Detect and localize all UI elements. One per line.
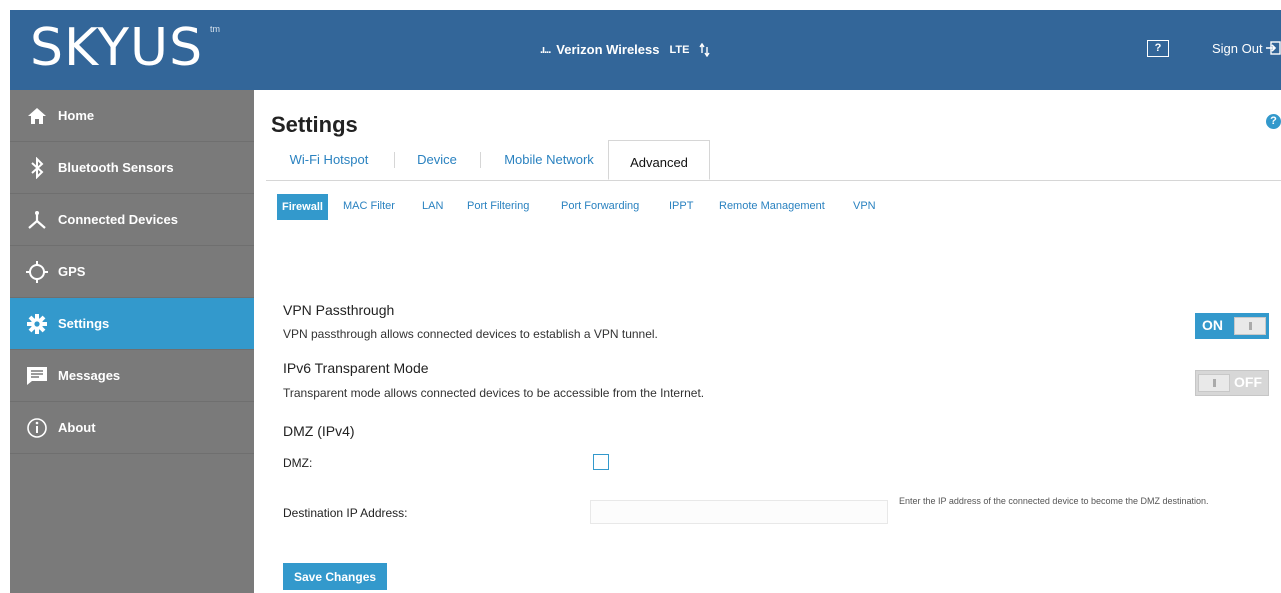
vpn-passthrough-toggle[interactable]: ON [1195,313,1269,339]
toggle-knob [1198,374,1230,392]
sidebar-item-settings[interactable]: Settings [10,298,254,350]
ipv6-transparent-toggle[interactable]: OFF [1195,370,1269,396]
sidebar-item-label: About [58,420,96,435]
top-header: SKYUS tm .ı... Verizon Wireless LTE ? Si… [10,10,1281,90]
app: SKYUS tm .ı... Verizon Wireless LTE ? Si… [10,10,1281,593]
sidebar-nav: Home Bluetooth Sensors Connected Devices… [10,90,254,593]
bluetooth-icon [26,156,48,179]
skyus-logo: SKYUS [30,18,204,78]
connected-devices-icon [26,209,48,231]
sidebar-item-label: Settings [58,316,110,331]
sidebar-item-connected-devices[interactable]: Connected Devices [10,194,254,246]
sidebar-item-label: Messages [58,368,121,383]
sidebar-item-about[interactable]: About [10,402,254,454]
save-changes-button[interactable]: Save Changes [283,563,388,590]
main-content: Settings ? Wi-Fi Hotspot Device Mobile N… [254,90,1281,593]
page-title: Settings [271,112,358,137]
subtab-vpn[interactable]: VPN [853,194,876,218]
sidebar-item-bluetooth-sensors[interactable]: Bluetooth Sensors [10,142,254,194]
sign-out-label: Sign Out [1212,40,1263,56]
tab-separator [394,152,395,168]
subtab-lan[interactable]: LAN [422,194,443,218]
ipv6-transparent-title: IPv6 Transparent Mode [283,360,429,376]
data-transfer-icon [699,42,711,57]
sign-out-link[interactable]: Sign Out [1212,40,1281,56]
info-icon [26,417,48,439]
subtab-mac-filter[interactable]: MAC Filter [343,194,395,218]
carrier-status: .ı... Verizon Wireless LTE [540,42,711,57]
ipv6-transparent-description: Transparent mode allows connected device… [283,386,705,400]
page-help-icon[interactable]: ? [1266,114,1281,129]
logo-trademark: tm [210,24,220,34]
network-type: LTE [669,43,690,56]
subtab-ippt[interactable]: IPPT [669,194,693,218]
destination-ip-label: Destination IP Address: [283,506,408,520]
sidebar-item-messages[interactable]: Messages [10,350,254,402]
tab-wifi-hotspot[interactable]: Wi-Fi Hotspot [276,140,382,180]
subtab-port-filtering[interactable]: Port Filtering [467,194,529,218]
carrier-name: Verizon Wireless [556,42,660,57]
sidebar-item-label: Bluetooth Sensors [58,160,174,175]
toggle-state-label: ON [1202,317,1223,333]
message-icon [26,365,48,387]
toggle-knob [1234,317,1266,335]
tab-separator [480,152,481,168]
destination-ip-hint: Enter the IP address of the connected de… [899,496,1209,506]
tab-advanced[interactable]: Advanced [608,140,710,180]
dmz-title: DMZ (IPv4) [283,423,355,439]
sidebar-item-gps[interactable]: GPS [10,246,254,298]
dmz-checkbox[interactable] [593,454,609,470]
signal-strength-icon: .ı... [540,43,551,56]
home-icon [26,105,48,127]
tab-device[interactable]: Device [404,140,470,180]
toggle-state-label: OFF [1234,374,1262,390]
subtab-firewall[interactable]: Firewall [277,194,328,220]
dmz-checkbox-label: DMZ: [283,456,313,470]
subtab-remote-management[interactable]: Remote Management [719,194,825,218]
sidebar-item-label: GPS [58,264,86,279]
sidebar-item-home[interactable]: Home [10,90,254,142]
sidebar-item-label: Connected Devices [58,212,178,227]
vpn-passthrough-title: VPN Passthrough [283,302,395,318]
tab-mobile-network[interactable]: Mobile Network [490,140,608,180]
subtab-port-forwarding[interactable]: Port Forwarding [561,194,639,218]
destination-ip-input[interactable] [590,500,888,524]
vpn-passthrough-description: VPN passthrough allows connected devices… [283,327,658,341]
gps-icon [26,260,48,283]
settings-tabs: Wi-Fi Hotspot Device Mobile Network Adva… [266,140,1281,181]
sidebar-item-label: Home [58,108,95,123]
sign-out-icon [1265,41,1281,55]
header-help-button[interactable]: ? [1147,40,1169,57]
gear-icon [26,313,48,335]
